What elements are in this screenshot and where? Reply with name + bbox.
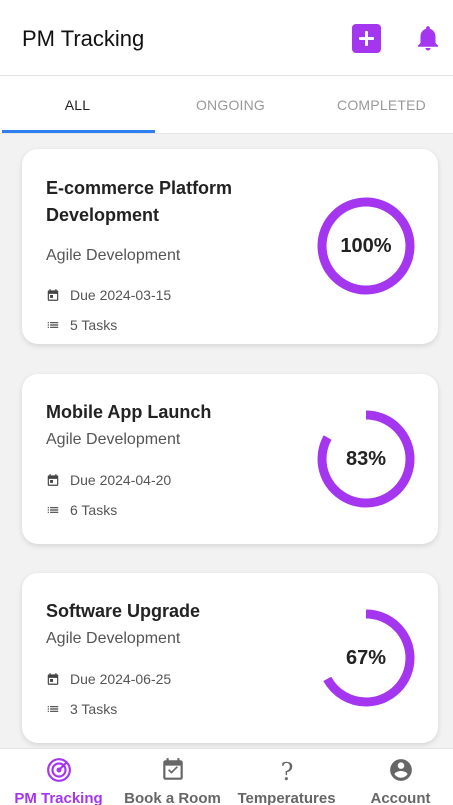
tab-all[interactable]: ALL <box>2 76 153 134</box>
calendar-check-icon <box>163 758 183 780</box>
due-date-text: Due 2024-03-15 <box>70 287 172 303</box>
task-count: 3 Tasks <box>46 701 117 717</box>
nav-label: Temperatures <box>237 790 336 805</box>
calendar-icon <box>47 474 59 486</box>
tab-completed[interactable]: COMPLETED <box>306 76 453 134</box>
project-list[interactable]: E-commerce Platform Development Agile De… <box>0 134 453 748</box>
app-header: PM Tracking <box>0 0 453 76</box>
task-count-text: 3 Tasks <box>70 701 118 717</box>
project-category: Agile Development <box>46 431 181 448</box>
account-icon <box>390 759 412 781</box>
question-icon: ? <box>281 758 294 783</box>
nav-account[interactable]: Account <box>344 749 453 805</box>
project-card[interactable]: Mobile App Launch Agile Development Due … <box>22 374 438 544</box>
task-count: 5 Tasks <box>46 317 117 333</box>
due-date: Due 2024-06-25 <box>46 671 171 687</box>
bell-icon[interactable] <box>413 22 443 54</box>
nav-pm-tracking[interactable]: PM Tracking <box>2 749 115 805</box>
due-date-text: Due 2024-04-20 <box>70 472 172 488</box>
project-category: Agile Development <box>46 630 181 647</box>
nav-temperatures[interactable]: ? Temperatures <box>230 749 343 805</box>
task-count: 6 Tasks <box>46 502 117 518</box>
progress-percent: 83% <box>345 448 387 470</box>
add-project-button[interactable] <box>352 24 381 53</box>
svg-text:?: ? <box>281 758 294 783</box>
list-icon <box>47 322 59 328</box>
list-icon <box>47 507 59 513</box>
progress-percent: 100% <box>340 235 392 257</box>
calendar-icon <box>47 673 59 685</box>
nav-label: Account <box>370 790 431 805</box>
project-name: Software Upgrade <box>46 601 201 621</box>
tab-indicator <box>2 130 155 133</box>
list-icon <box>47 706 59 712</box>
due-date: Due 2024-04-20 <box>46 472 171 488</box>
due-date: Due 2024-03-15 <box>46 287 171 303</box>
nav-label: Book a Room <box>124 790 221 805</box>
task-count-text: 6 Tasks <box>70 502 118 518</box>
task-count-text: 5 Tasks <box>70 317 118 333</box>
tab-bar: ALL ONGOING COMPLETED <box>0 76 453 134</box>
nav-label: PM Tracking <box>14 790 103 805</box>
due-date-text: Due 2024-06-25 <box>70 671 172 687</box>
project-name: Mobile App Launch <box>46 402 212 422</box>
calendar-icon <box>47 289 59 301</box>
tab-ongoing[interactable]: ONGOING <box>155 76 306 134</box>
target-icon <box>47 758 71 782</box>
project-card[interactable]: Software Upgrade Agile Development Due 2… <box>22 573 438 743</box>
bottom-nav: PM Tracking Book a Room ? Temperatures A… <box>0 748 453 805</box>
page-title: PM Tracking <box>22 26 145 51</box>
project-name: E-commerce Platform Development <box>46 178 233 225</box>
nav-book-a-room[interactable]: Book a Room <box>116 749 229 805</box>
project-card[interactable]: E-commerce Platform Development Agile De… <box>22 149 438 344</box>
progress-percent: 67% <box>345 647 387 669</box>
project-category: Agile Development <box>46 247 181 264</box>
